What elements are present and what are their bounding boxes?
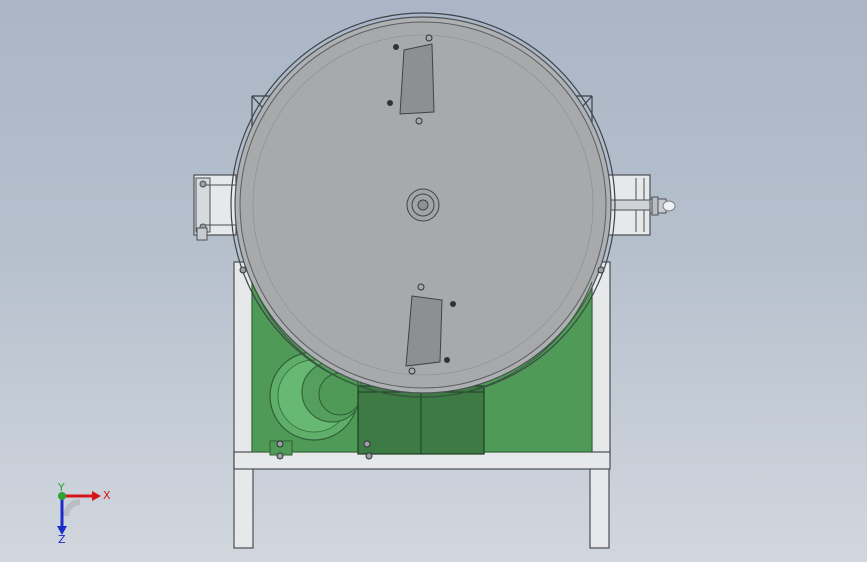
model-canvas[interactable]: X Y Z [0, 0, 867, 562]
y-axis-label: Y [57, 481, 65, 494]
x-axis-label: X [103, 489, 111, 502]
orientation-triad[interactable]: X Y Z [57, 481, 111, 546]
left-leg[interactable] [233, 455, 254, 549]
cad-viewport[interactable]: X Y Z [0, 0, 867, 562]
handle-shaft[interactable] [649, 196, 676, 216]
right-pivot-bracket[interactable] [605, 174, 651, 236]
left-post[interactable] [233, 261, 253, 457]
right-leg[interactable] [589, 455, 610, 549]
drum-hub[interactable] [406, 188, 440, 222]
z-axis-label: Z [58, 533, 66, 546]
x-axis-arrowhead [92, 491, 101, 501]
left-pivot-bracket[interactable] [193, 174, 237, 241]
